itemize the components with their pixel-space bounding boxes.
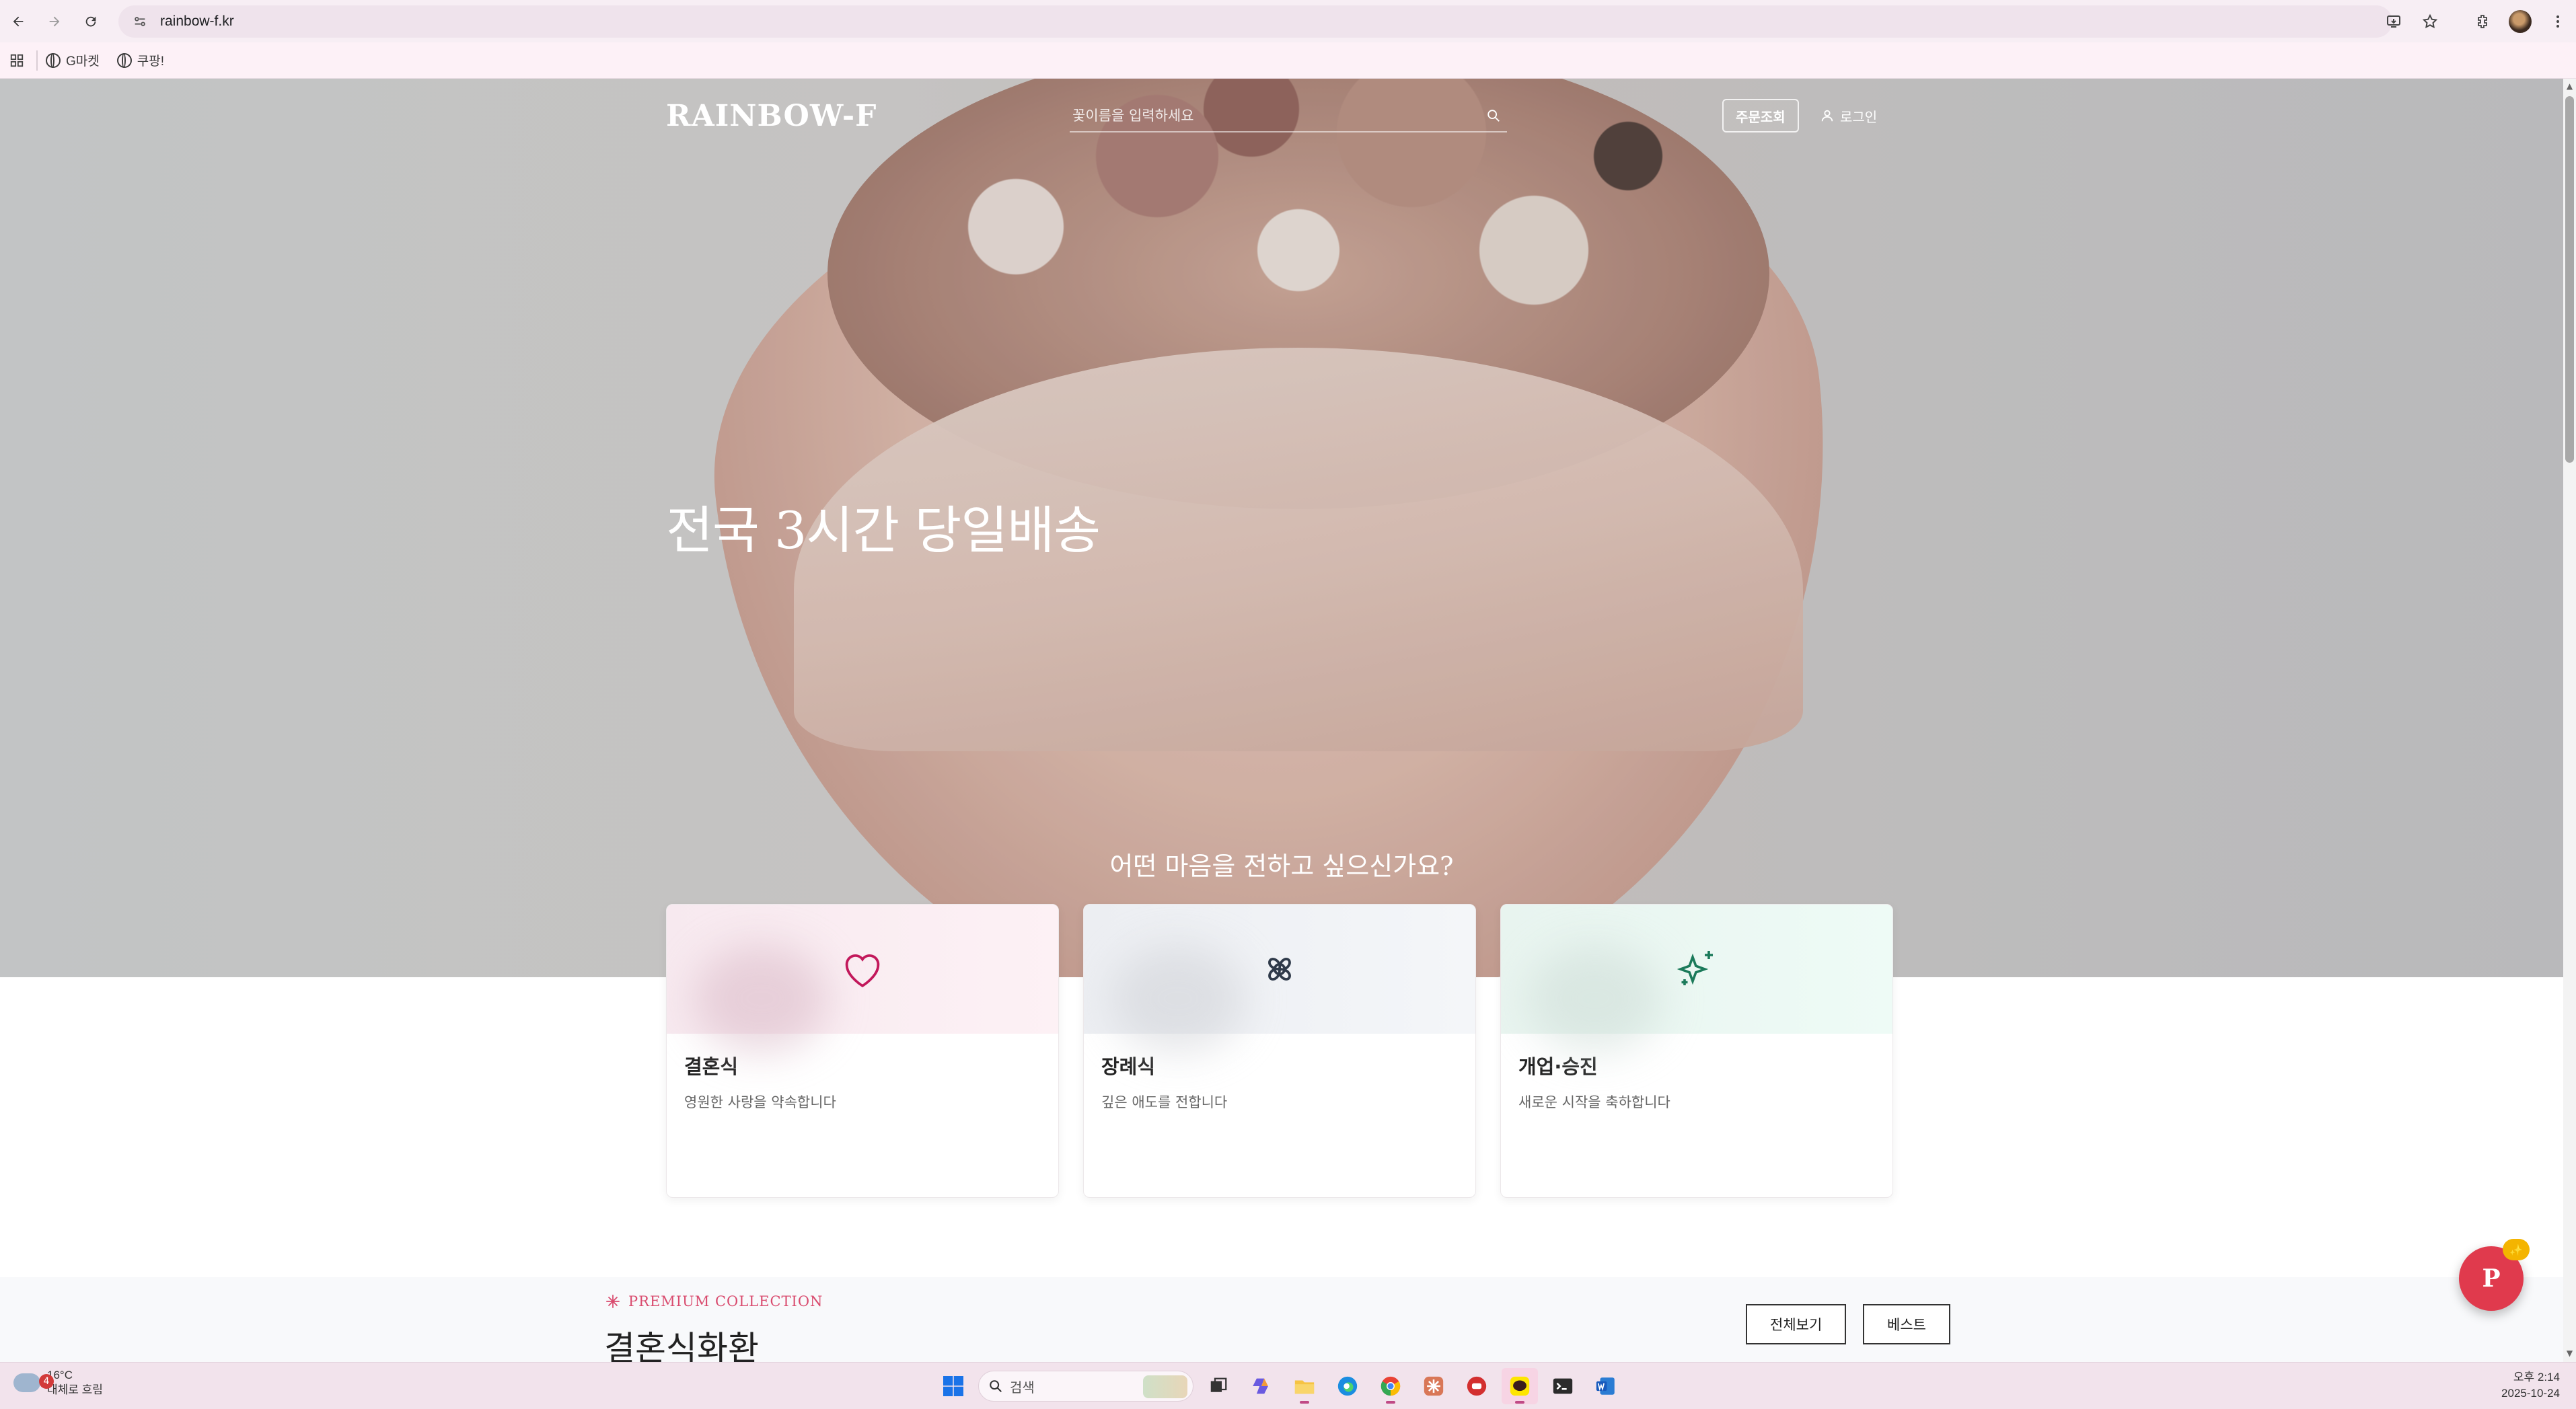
taskbar-search[interactable]: 검색 [978,1371,1193,1402]
card-desc: 깊은 애도를 전합니다 [1101,1094,1228,1110]
scroll-thumb[interactable] [2565,96,2574,463]
globe-icon [46,52,61,68]
bookmark-gmarket[interactable]: G마켓 [46,51,100,69]
card-desc: 새로운 시작을 축하합니다 [1518,1094,1670,1110]
file-explorer-icon[interactable] [1286,1368,1323,1404]
weather-widget[interactable]: 4 16°C 대체로 흐림 [13,1368,103,1398]
system-clock[interactable]: 오후 2:14 2025-10-24 [2501,1369,2560,1402]
clock-time: 오후 2:14 [2513,1371,2560,1383]
copilot-icon[interactable] [1243,1368,1280,1404]
collection-title: 결혼식화환 [604,1329,759,1362]
apps-grid-icon[interactable] [1,45,32,76]
task-view-icon[interactable] [1200,1368,1237,1404]
login-label: 로그인 [1840,108,1878,125]
forward-icon[interactable] [36,3,73,40]
sparkles-icon [1672,945,1721,993]
browser-toolbar: rainbow-f.kr [0,0,2576,42]
bookmark-separator [36,50,38,71]
site-header: RAINBOW-F 주문조회 로그인 [666,92,1884,139]
search-icon[interactable] [1480,102,1507,129]
browser-menu-icon[interactable] [2540,3,2576,40]
card-title: 장례식 [1101,1055,1156,1078]
terminal-icon[interactable] [1545,1368,1581,1404]
windows-taskbar: 4 16°C 대체로 흐림 검색 오후 2:14 2025-10-24 [0,1362,2576,1409]
collection-label: PREMIUM COLLECTION [604,1293,823,1310]
site-info-icon[interactable] [124,5,156,38]
scroll-down-icon[interactable]: ▼ [2565,1348,2574,1359]
card-opening[interactable]: 개업·승진 새로운 시작을 축하합니다 [1500,904,1893,1198]
hero-banner: RAINBOW-F 주문조회 로그인 전국 3시간 당일배송 어떤 마음을 전하… [0,79,2563,977]
claude-icon[interactable] [1415,1368,1452,1404]
site-logo[interactable]: RAINBOW-F [666,99,877,133]
bookmarks-bar: G마켓 쿠팡! [0,42,2576,79]
search-highlight-image [1143,1375,1187,1398]
heart-icon [839,946,886,993]
bookmark-star-icon[interactable] [2412,3,2448,40]
view-all-button[interactable]: 전체보기 [1746,1304,1847,1344]
weather-temp: 16°C [47,1369,73,1381]
scroll-up-icon[interactable]: ▲ [2565,81,2574,92]
extensions-icon[interactable] [2464,3,2501,40]
product-search [1070,100,1507,132]
clock-date: 2025-10-24 [2501,1387,2560,1400]
occasion-cards: 결혼식 영원한 사랑을 약속합니다 장례식 깊은 애도를 전합니다 개업·승진 … [666,904,1894,1198]
address-bar[interactable]: rainbow-f.kr [118,5,2392,38]
card-desc: 영원한 사랑을 약속합니다 [684,1094,836,1110]
app-red-icon[interactable] [1459,1368,1495,1404]
card-wedding[interactable]: 결혼식 영원한 사랑을 약속합니다 [666,904,1059,1198]
edge-icon[interactable] [1329,1368,1366,1404]
fab-badge: ✨ [2503,1239,2530,1260]
hero-title: 전국 3시간 당일배송 [666,500,1101,560]
kakaotalk-icon[interactable] [1502,1368,1538,1404]
sparkle-icon [604,1293,622,1310]
reload-icon[interactable] [73,3,109,40]
back-icon[interactable] [0,3,36,40]
collection-section [0,1198,2563,1362]
taskbar-apps: 검색 [935,1368,1624,1404]
profile-avatar[interactable] [2509,9,2532,33]
chrome-icon[interactable] [1372,1368,1409,1404]
login-link[interactable]: 로그인 [1820,100,1877,131]
best-button[interactable]: 베스트 [1863,1304,1950,1344]
bookmark-label: 쿠팡! [137,54,164,69]
order-lookup-button[interactable]: 주문조회 [1722,99,1799,132]
search-input[interactable] [1070,108,1480,124]
card-funeral[interactable]: 장례식 깊은 애도를 전합니다 [1083,904,1476,1198]
flower-icon [1256,946,1303,993]
windows-start-icon[interactable] [935,1368,971,1404]
bookmark-label: G마켓 [66,54,100,69]
globe-icon [116,52,132,68]
taskbar-search-placeholder: 검색 [1010,1380,1035,1396]
notification-badge: 4 [39,1374,54,1389]
page-scrollbar[interactable]: ▲ ▼ [2563,79,2576,1362]
card-title: 개업·승진 [1518,1055,1598,1078]
hero-question: 어떤 마음을 전하고 싶으신가요? [1109,851,1454,881]
card-title: 결혼식 [684,1055,739,1078]
word-icon[interactable] [1588,1368,1624,1404]
user-icon [1820,108,1835,123]
cloud-icon [13,1373,40,1392]
install-app-icon[interactable] [2376,3,2412,40]
collection-label-text: PREMIUM COLLECTION [628,1293,823,1309]
search-icon [988,1379,1003,1394]
weather-desc: 대체로 흐림 [47,1383,103,1396]
page-viewport: RAINBOW-F 주문조회 로그인 전국 3시간 당일배송 어떤 마음을 전하… [0,79,2563,1362]
url-text[interactable]: rainbow-f.kr [160,13,234,30]
bookmark-coupang[interactable]: 쿠팡! [116,51,164,69]
